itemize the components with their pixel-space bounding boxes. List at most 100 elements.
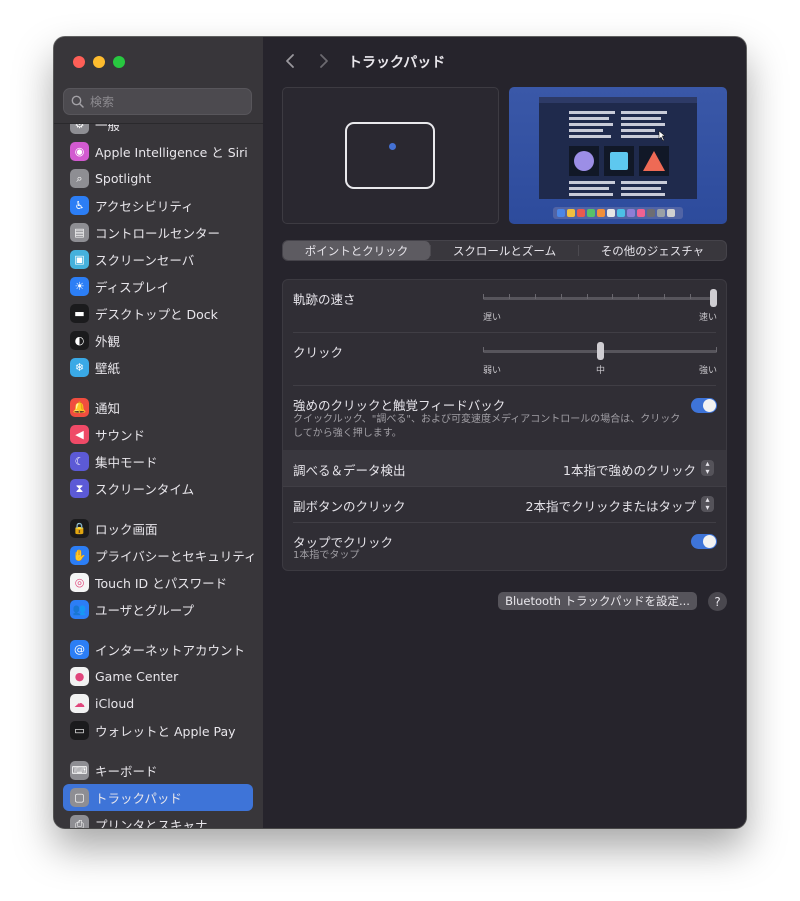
- search-field[interactable]: [63, 88, 252, 115]
- divider: [293, 332, 716, 333]
- force-click-description-2: してから強く押します。: [293, 428, 402, 439]
- main-pane: トラックパッド ポイントとクリック スクロールとズーム その他のジェスチャ 軌跡…: [263, 37, 746, 828]
- appearance-icon: ◐: [70, 331, 89, 350]
- tracking-speed-slider[interactable]: [483, 288, 717, 310]
- sidebar-item-label: デスクトップと Dock: [95, 307, 218, 322]
- sidebar-list: ⚙ 一般 ◉ Apple Intelligence と Siri ⌕ Spotlight ♿…: [54, 124, 263, 828]
- sidebar-item[interactable]: ♿ アクセシビリティ: [63, 192, 253, 219]
- cloud-icon: ☁: [70, 694, 89, 713]
- sidebar-item[interactable]: ⌕ Spotlight: [63, 165, 253, 192]
- at-icon: @: [70, 640, 89, 659]
- sidebar-item-label: 一般: [95, 124, 121, 133]
- lookup-popup-value[interactable]: 1本指で強めのクリック: [563, 460, 696, 479]
- sidebar-item-label: プライバシーとセキュリティ: [95, 549, 257, 564]
- secondary-click-label: 副ボタンのクリック: [293, 499, 406, 514]
- sidebar-item[interactable]: ⎙ プリンタとスキャナ: [63, 811, 253, 828]
- tracking-speed-min-label: 遅い: [483, 313, 502, 323]
- screensaver-icon: ▣: [70, 250, 89, 269]
- slider-tick: [560, 294, 562, 299]
- slider-track: [483, 297, 717, 300]
- secondary-click-stepper-icon[interactable]: ▴ ▾: [701, 496, 714, 512]
- tap-to-click-sub: 1本指でタップ: [293, 550, 360, 561]
- sidebar-item[interactable]: ☾ 集中モード: [63, 448, 253, 475]
- click-pressure-label: クリック: [293, 345, 344, 360]
- force-click-toggle[interactable]: [691, 398, 717, 413]
- sidebar-item-label: Apple Intelligence と Siri: [95, 145, 248, 160]
- back-button[interactable]: [285, 53, 295, 74]
- sidebar-item[interactable]: ⧗ スクリーンタイム: [63, 475, 253, 502]
- window-controls: [73, 56, 125, 68]
- sidebar-item-label: ディスプレイ: [95, 280, 170, 295]
- sidebar-item-label: 集中モード: [95, 455, 158, 470]
- slider-tick: [483, 294, 484, 299]
- sidebar-item-label: Touch ID とパスワード: [95, 576, 228, 591]
- tap-to-click-toggle[interactable]: [691, 534, 717, 549]
- click-mid-label: 中: [596, 366, 606, 376]
- sidebar-item[interactable]: ▭ ウォレットと Apple Pay: [63, 717, 253, 744]
- gamecenter-icon: ●: [70, 667, 89, 686]
- forward-button[interactable]: [319, 53, 329, 74]
- sidebar-item[interactable]: ◀ サウンド: [63, 421, 253, 448]
- search-input[interactable]: [88, 93, 242, 110]
- sidebar-item[interactable]: ◉ Apple Intelligence と Siri: [63, 138, 253, 165]
- sidebar-item[interactable]: ⌨ キーボード: [63, 757, 253, 784]
- sidebar-item[interactable]: ⚙ 一般: [63, 124, 253, 138]
- divider: [283, 486, 726, 487]
- minimize-button[interactable]: [93, 56, 105, 68]
- screen-preview: [509, 87, 727, 224]
- sidebar-item[interactable]: ☁ iCloud: [63, 690, 253, 717]
- sidebar-item-label: Game Center: [95, 669, 179, 684]
- sidebar-item[interactable]: ▣ スクリーンセーバ: [63, 246, 253, 273]
- tab-point-and-click[interactable]: ポイントとクリック: [283, 241, 430, 260]
- sun-icon: ☀: [70, 277, 89, 296]
- sidebar-item[interactable]: ● Game Center: [63, 663, 253, 690]
- tab-more-gestures[interactable]: その他のジェスチャ: [579, 241, 726, 260]
- close-button[interactable]: [73, 56, 85, 68]
- force-click-description-1: クイックルック、"調べる"、および可変速度メディアコントロールの場合は、クリック: [293, 414, 681, 425]
- sidebar-item[interactable]: ☀ ディスプレイ: [63, 273, 253, 300]
- trackpad-preview: [282, 87, 499, 224]
- click-pressure-slider[interactable]: [483, 341, 717, 363]
- sidebar-item-label: コントロールセンター: [95, 226, 221, 241]
- tab-scroll-and-zoom[interactable]: スクロールとズーム: [431, 241, 578, 260]
- siri-icon: ◉: [70, 142, 89, 161]
- snowflake-icon: ❄: [70, 358, 89, 377]
- secondary-click-popup-value[interactable]: 2本指でクリックまたはタップ: [526, 496, 696, 515]
- sidebar-item[interactable]: ❄ 壁紙: [63, 354, 253, 381]
- keyboard-icon: ⌨: [70, 761, 89, 780]
- divider: [293, 385, 716, 386]
- sidebar-item[interactable]: 👥 ユーザとグループ: [63, 596, 253, 623]
- page-title: トラックパッド: [348, 55, 446, 71]
- sidebar-item[interactable]: ◎ Touch ID とパスワード: [63, 569, 253, 596]
- sidebar-item-label: 壁紙: [95, 361, 121, 376]
- slider-tick: [586, 294, 588, 299]
- setup-bluetooth-trackpad-button[interactable]: Bluetooth トラックパッドを設定...: [498, 592, 697, 610]
- sidebar-item[interactable]: @ インターネットアカウント: [63, 636, 253, 663]
- sidebar-item[interactable]: ▤ コントロールセンター: [63, 219, 253, 246]
- segmented-tabs: ポイントとクリック スクロールとズーム その他のジェスチャ: [282, 240, 727, 261]
- chevron-left-icon: [286, 54, 294, 68]
- users-icon: 👥: [70, 600, 89, 619]
- sidebar-item-label: iCloud: [95, 696, 135, 711]
- settings-window: ⚙ 一般 ◉ Apple Intelligence と Siri ⌕ Spotlight ♿…: [54, 37, 746, 828]
- accessibility-icon: ♿: [70, 196, 89, 215]
- desktop-preview-image: [539, 97, 697, 219]
- tracking-speed-label: 軌跡の速さ: [293, 292, 356, 307]
- slider-knob[interactable]: [710, 289, 717, 307]
- magnifier-icon: ⌕: [70, 169, 89, 188]
- zoom-button[interactable]: [113, 56, 125, 68]
- sidebar-item[interactable]: ▢ トラックパッド: [63, 784, 253, 811]
- sidebar-item-label: サウンド: [95, 428, 146, 443]
- sidebar-item[interactable]: 🔔 通知: [63, 394, 253, 421]
- sidebar-item[interactable]: ◐ 外観: [63, 327, 253, 354]
- search-icon: [71, 95, 84, 108]
- lookup-stepper-icon[interactable]: ▴ ▾: [701, 460, 714, 476]
- slider-knob[interactable]: [596, 342, 604, 360]
- switches-icon: ▤: [70, 223, 89, 242]
- chevron-right-icon: [320, 54, 328, 68]
- help-button[interactable]: ?: [708, 592, 727, 611]
- sidebar-item-label: ロック画面: [95, 522, 158, 537]
- sidebar-item[interactable]: 🔒 ロック画面: [63, 515, 253, 542]
- sidebar-item[interactable]: ✋ プライバシーとセキュリティ: [63, 542, 257, 569]
- sidebar-item[interactable]: ▬ デスクトップと Dock: [63, 300, 253, 327]
